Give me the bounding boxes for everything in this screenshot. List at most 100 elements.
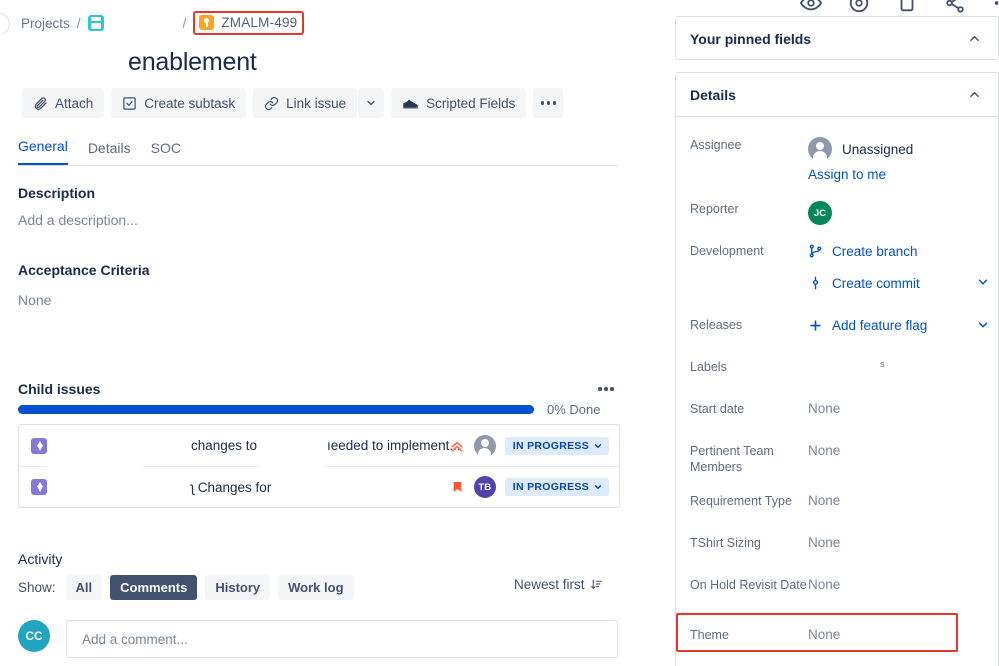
- field-start-date: Start date None: [690, 401, 840, 417]
- details-header[interactable]: Details: [676, 73, 998, 117]
- like-icon[interactable]: [848, 0, 870, 14]
- tab-general[interactable]: General: [18, 138, 68, 165]
- chevron-down-icon[interactable]: [976, 275, 990, 289]
- tab-details[interactable]: Details: [88, 140, 131, 165]
- child-issues-more-button[interactable]: [598, 382, 614, 396]
- link-issue-label: Link issue: [286, 95, 347, 111]
- acceptance-criteria-value[interactable]: None: [18, 292, 51, 308]
- activity-heading: Activity: [18, 551, 63, 567]
- paperclip-icon: [34, 96, 47, 110]
- subtask-icon: [31, 437, 47, 454]
- avatar[interactable]: CC: [18, 620, 50, 652]
- field-label: Theme: [690, 628, 729, 642]
- progress-track: [18, 405, 534, 414]
- create-commit-link[interactable]: Create commit: [808, 275, 920, 291]
- tab-soc[interactable]: SOC: [151, 140, 181, 165]
- story-icon: [199, 15, 215, 30]
- checkbox-icon: [123, 96, 137, 110]
- status-badge[interactable]: IN PROGRESS: [504, 436, 609, 455]
- back-button[interactable]: [0, 12, 16, 34]
- scripted-fields-button[interactable]: Scripted Fields: [391, 88, 527, 118]
- field-value[interactable]: None: [808, 577, 840, 593]
- create-subtask-button[interactable]: Create subtask: [111, 88, 247, 118]
- description-placeholder[interactable]: Add a description...: [18, 212, 138, 228]
- project-board-icon[interactable]: [87, 15, 104, 31]
- create-branch-link[interactable]: Create branch: [808, 243, 918, 259]
- more-icon[interactable]: [992, 0, 999, 14]
- breadcrumb-separator-2: /: [182, 15, 187, 31]
- avatar[interactable]: TB: [473, 476, 496, 498]
- field-value[interactable]: None: [808, 443, 840, 475]
- activity-filter-history[interactable]: History: [205, 575, 271, 600]
- more-actions-button[interactable]: [533, 88, 564, 118]
- unassigned-avatar-icon: [808, 137, 832, 161]
- activity-filter-all[interactable]: All: [65, 575, 103, 600]
- field-label: Releases: [690, 318, 743, 332]
- breadcrumb-projects-link[interactable]: Projects: [21, 16, 70, 31]
- field-label: Labels: [690, 360, 727, 374]
- sort-descending-icon: [590, 579, 602, 590]
- activity-filter-work-log[interactable]: Work log: [278, 575, 354, 600]
- create-subtask-label: Create subtask: [144, 95, 236, 111]
- copy-link-icon[interactable]: [896, 0, 918, 14]
- link-issue-split-button: Link issue: [253, 88, 385, 118]
- field-reporter: Reporter JC: [690, 201, 832, 225]
- more-dot: [598, 387, 602, 391]
- more-dot: [552, 101, 557, 105]
- redaction-block: [143, 425, 173, 439]
- chevron-down-icon[interactable]: [976, 318, 990, 332]
- redaction-block: [259, 459, 325, 469]
- issue-sidebar: Your pinned fields Details Assignee Unas…: [672, 0, 999, 666]
- field-value[interactable]: None: [808, 627, 840, 643]
- jira-issue-view: Projects / / ZMALM-499 enablement Attach: [0, 0, 999, 666]
- issue-top-actions: [800, 0, 999, 14]
- avatar[interactable]: [473, 434, 496, 457]
- field-value[interactable]: None: [808, 535, 840, 551]
- issue-action-toolbar: Attach Create subtask Link issue Scripte…: [22, 88, 564, 118]
- activity-sort-button[interactable]: Newest first: [514, 577, 603, 592]
- create-commit-row[interactable]: Create commit: [808, 275, 990, 291]
- attach-button[interactable]: Attach: [22, 88, 105, 118]
- more-dot: [546, 101, 551, 105]
- commit-icon: [812, 276, 819, 290]
- priority-major-icon: [453, 482, 462, 492]
- activity-sort-label: Newest first: [514, 577, 585, 592]
- issue-tabs: General Details SOC: [18, 138, 181, 165]
- page-title[interactable]: enablement: [128, 48, 257, 77]
- more-dot: [610, 387, 614, 391]
- acceptance-criteria-heading: Acceptance Criteria: [18, 262, 150, 278]
- field-value[interactable]: None: [808, 401, 840, 417]
- field-label: Reporter: [690, 202, 739, 216]
- field-label: Requirement Type: [690, 494, 792, 508]
- sneaker-icon: [403, 99, 418, 108]
- chevron-up-icon[interactable]: [967, 31, 982, 46]
- pinned-fields-header[interactable]: Your pinned fields: [676, 17, 998, 61]
- field-releases: Releases Add feature flag: [690, 317, 990, 333]
- issue-key-highlight-box: ZMALM-499: [193, 11, 305, 35]
- activity-filter-comments[interactable]: Comments: [110, 575, 198, 600]
- link-issue-dropdown-button[interactable]: [358, 88, 385, 118]
- create-branch-label: Create branch: [832, 243, 918, 259]
- status-badge-label: IN PROGRESS: [512, 481, 589, 493]
- redaction-block: [47, 425, 143, 507]
- field-labels: Labels s: [690, 359, 885, 375]
- add-feature-flag-row[interactable]: Add feature flag: [808, 317, 990, 333]
- field-value[interactable]: s: [880, 359, 885, 375]
- add-feature-flag-label: Add feature flag: [832, 317, 928, 333]
- assign-to-me-link[interactable]: Assign to me: [808, 167, 886, 182]
- link-issue-button[interactable]: Link issue: [253, 88, 358, 118]
- chevron-up-icon[interactable]: [967, 87, 982, 102]
- field-value[interactable]: None: [808, 493, 840, 509]
- comment-input[interactable]: Add a comment...: [66, 620, 618, 658]
- share-icon[interactable]: [944, 0, 966, 14]
- field-value[interactable]: Unassigned: [842, 142, 913, 157]
- watch-icon[interactable]: [800, 0, 822, 14]
- add-feature-flag-link[interactable]: Add feature flag: [808, 318, 927, 333]
- status-badge[interactable]: IN PROGRESS: [504, 478, 609, 496]
- priority-highest-icon: [451, 441, 463, 452]
- activity-show-label: Show:: [18, 580, 56, 595]
- field-requirement-type: Requirement Type None: [690, 493, 840, 509]
- avatar[interactable]: JC: [808, 201, 832, 225]
- field-label: Assignee: [690, 138, 742, 152]
- issue-key-link[interactable]: ZMALM-499: [221, 15, 297, 30]
